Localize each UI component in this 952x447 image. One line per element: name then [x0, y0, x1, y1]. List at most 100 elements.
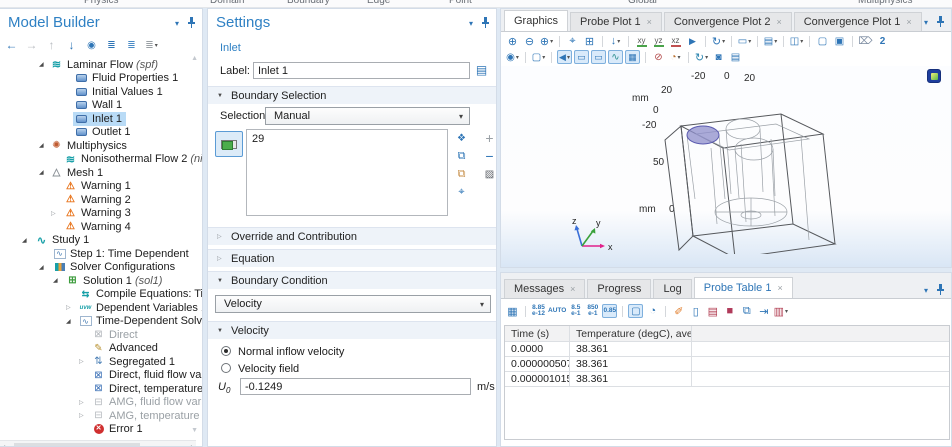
tree-item-compile-equations-tim[interactable]: ⇆Compile Equations: Tim — [0, 288, 202, 302]
section-boundary-condition[interactable]: ▼ Boundary Condition — [208, 271, 496, 289]
view-options-icon[interactable]: ▢▾ — [531, 50, 546, 64]
copy-table-icon[interactable]: ⧉ — [739, 304, 754, 318]
tab-progress[interactable]: Progress — [587, 279, 651, 298]
tab-convergence-plot-2[interactable]: Convergence Plot 2× — [664, 12, 792, 31]
tree-item-direct-temperature[interactable]: ⊠Direct, temperature ( — [0, 382, 202, 396]
tree-item-solver-configurations[interactable]: ◢Solver Configurations — [0, 261, 202, 275]
tree-item-fluid-properties-1[interactable]: Fluid Properties 1 — [0, 72, 202, 86]
go-to-view-icon[interactable]: ↓▾ — [608, 34, 623, 48]
collapse-icon[interactable]: ◢ — [22, 237, 27, 244]
close-icon[interactable]: × — [906, 13, 911, 31]
tab-probe-plot-1[interactable]: Probe Plot 1× — [570, 12, 662, 31]
hide-plot-icon[interactable]: ⊘ — [651, 50, 666, 64]
view-xy-icon[interactable]: xy — [634, 34, 649, 48]
zoom-to-selection-icon[interactable]: ⌖ — [454, 185, 469, 199]
expand-icon[interactable]: ▷ — [79, 358, 84, 365]
show-hide-icon[interactable]: ◉▾ — [505, 50, 520, 64]
tree-item-advanced[interactable]: ✎Advanced — [0, 342, 202, 356]
collapse-icon[interactable]: ◢ — [39, 61, 44, 68]
collapse-all-icon[interactable]: ≣ — [124, 38, 139, 52]
tree-item-warning-2[interactable]: ⚠Warning 2 — [0, 193, 202, 207]
table-view-icon[interactable]: ▢ — [628, 304, 643, 318]
close-icon[interactable]: × — [570, 280, 575, 298]
image-export-icon[interactable]: ◫▾ — [789, 34, 804, 48]
clear-selection-icon[interactable]: ▨ — [482, 167, 497, 181]
precision-full-icon[interactable]: 8.85e-12 — [531, 304, 546, 318]
plot-table-icon[interactable]: ◔ — [645, 304, 660, 318]
selection-listbox[interactable]: 29 — [246, 129, 448, 216]
color-theme-icon[interactable]: ◔▾ — [668, 50, 683, 64]
tree-item-wall-1[interactable]: Wall 1 — [0, 99, 202, 113]
close-icon[interactable]: × — [776, 13, 781, 31]
precision-auto-icon[interactable]: AUTO — [548, 304, 566, 318]
tree-item-direct-fluid-flow-vari[interactable]: ⊠Direct, fluid flow vari — [0, 369, 202, 383]
scene-icon[interactable]: ▭▾ — [737, 34, 752, 48]
selection-dropdown[interactable]: Manual ▾ — [265, 107, 470, 125]
add-selection-icon[interactable]: + — [482, 131, 497, 145]
tree-item-mesh-1[interactable]: ◢△Mesh 1 — [0, 166, 202, 180]
tree-item-segregated-1[interactable]: ▷⇅Segregated 1 — [0, 355, 202, 369]
snapshot-icon[interactable]: ◙ — [711, 50, 726, 64]
view-xz-icon[interactable]: xz — [668, 34, 683, 48]
paste-selection-icon[interactable]: ⧉ — [454, 167, 469, 181]
scene-light-icon[interactable]: ▭ — [574, 50, 589, 64]
tree-item-error-1[interactable]: ✕Error 1 — [0, 423, 202, 437]
tree-item-initial-values-1[interactable]: Initial Values 1 — [0, 85, 202, 99]
expand-icon[interactable]: ▷ — [79, 412, 84, 419]
selection-entity[interactable]: 29 — [252, 133, 264, 145]
tree-item-amg-temperature-l[interactable]: ▷⊟AMG, temperature (l — [0, 409, 202, 423]
tree-item-study-1[interactable]: ◢∿Study 1 — [0, 234, 202, 248]
table-header-cell[interactable] — [692, 326, 949, 341]
panel-menu-icon[interactable]: ▾ — [924, 19, 928, 27]
move-down-icon[interactable]: ↓ — [64, 38, 79, 52]
collapse-icon[interactable]: ◢ — [53, 277, 58, 284]
select-box-icon[interactable]: ▢ — [815, 34, 830, 48]
section-velocity[interactable]: ▼ Velocity — [208, 321, 496, 339]
tree-item-solution-1[interactable]: ◢⊞Solution 1(sol1) — [0, 274, 202, 288]
grid-icon[interactable]: ▦ — [625, 50, 640, 64]
tree-item-amg-fluid-flow-varia[interactable]: ▷⊟AMG, fluid flow varia — [0, 396, 202, 410]
table-row[interactable]: 0.000001015338.361 — [505, 372, 949, 387]
tree-scroll-up-icon[interactable]: ▲ — [191, 55, 198, 62]
rotate-view-icon[interactable]: ↻▾ — [711, 34, 726, 48]
boundary-condition-dropdown[interactable]: Velocity ▾ — [215, 295, 491, 313]
zoom-extents-icon[interactable]: ⌖ — [565, 34, 580, 48]
show-icon[interactable]: ◉ — [84, 38, 99, 52]
collapse-icon[interactable]: ◢ — [39, 264, 44, 271]
zoom-in-icon[interactable]: ⊕ — [505, 34, 520, 48]
close-icon[interactable]: × — [647, 13, 652, 31]
selection-appearance-icon[interactable]: ◀▾ — [557, 50, 572, 64]
zoom-box-icon[interactable]: ⊕▾ — [539, 34, 554, 48]
update-plot-icon[interactable]: ↻▾ — [694, 50, 709, 64]
print-plot-icon[interactable]: ▤ — [728, 50, 743, 64]
tree-item-direct[interactable]: ⊠Direct — [0, 328, 202, 342]
go-to-entity-icon[interactable]: 2 — [875, 34, 890, 48]
label-options-button[interactable]: ▤ — [474, 63, 489, 77]
tree-horizontal-scrollbar[interactable]: ‹ › — [0, 440, 196, 447]
remove-selection-icon[interactable]: − — [482, 149, 497, 163]
table-settings-icon[interactable]: ▦ — [505, 304, 520, 318]
scrollbar-thumb[interactable] — [14, 443, 140, 447]
back-icon[interactable]: ← — [4, 38, 19, 52]
tree-item-warning-3[interactable]: ▷⚠Warning 3 — [0, 207, 202, 221]
color-swatch-icon[interactable]: ■ — [722, 304, 737, 318]
collapse-icon[interactable]: ◢ — [66, 318, 71, 325]
move-up-icon[interactable]: ↑ — [44, 38, 59, 52]
tree-item-multiphysics[interactable]: ◢✺Multiphysics — [0, 139, 202, 153]
precision-eng-icon[interactable]: 850e-1 — [585, 304, 600, 318]
pin-icon[interactable] — [187, 15, 196, 33]
view-yz-icon[interactable]: yz — [651, 34, 666, 48]
tree-item-dependent-variables-1[interactable]: ▷uvwDependent Variables 1 — [0, 301, 202, 315]
eraser-icon[interactable]: ⌦ — [858, 34, 873, 48]
context-plot-icon[interactable] — [927, 69, 941, 83]
tab-graphics[interactable]: Graphics — [504, 10, 568, 31]
radio-normal-inflow[interactable] — [221, 346, 231, 356]
panel-menu-icon[interactable]: ▾ — [924, 287, 928, 295]
table-row[interactable]: 0.0000005076338.361 — [505, 357, 949, 372]
tree-item-inlet-1[interactable]: Inlet 1 — [0, 112, 202, 126]
collapse-icon[interactable]: ◢ — [39, 169, 44, 176]
tree-item-nonisothermal-flow-2[interactable]: ≋Nonisothermal Flow 2(nitf2 — [0, 153, 202, 167]
expand-icon[interactable]: ▷ — [79, 399, 84, 406]
graphics-canvas[interactable]: -20020mm200-2050mm0 xzy — [501, 66, 951, 267]
print-icon[interactable]: ▤▾ — [763, 34, 778, 48]
